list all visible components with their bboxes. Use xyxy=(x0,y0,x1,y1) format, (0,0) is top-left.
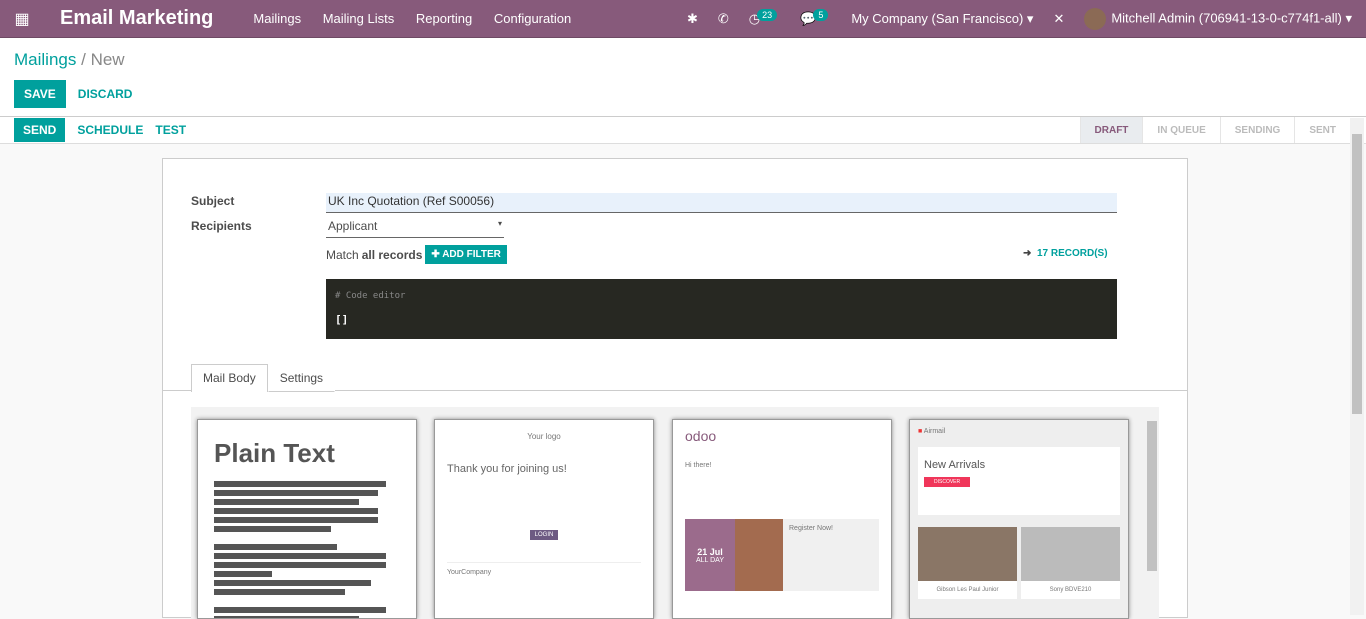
event-date: 21 Jul xyxy=(697,546,723,557)
discover-button: DISCOVER xyxy=(924,477,971,487)
tools-icon[interactable]: ✕ xyxy=(1053,11,1064,27)
subject-label: Subject xyxy=(191,194,235,208)
avatar xyxy=(1084,7,1107,30)
messages-icon[interactable]: 💬 5 xyxy=(800,8,831,27)
airmail-logo-icon: ■ xyxy=(918,428,923,435)
company-name: My Company (San Francisco) xyxy=(851,10,1024,26)
add-filter-button[interactable]: ✚ ADD FILTER xyxy=(425,245,507,264)
menu-configuration[interactable]: Configuration xyxy=(494,11,571,26)
code-comment: # Code editor xyxy=(335,291,406,301)
code-value: [] xyxy=(335,313,349,326)
match-prefix: Match xyxy=(326,247,359,262)
add-filter-label: ADD FILTER xyxy=(442,249,501,260)
tab-settings[interactable]: Settings xyxy=(267,364,336,392)
template-plain-text[interactable]: Plain Text xyxy=(197,419,417,619)
template-odoo-event[interactable]: odoo Hi there! 21 Jul ALL DAY Register No… xyxy=(672,419,892,619)
debug-bug-icon[interactable]: ✱ xyxy=(687,11,698,27)
company-switcher[interactable]: My Company (San Francisco) ▾ xyxy=(851,11,1033,27)
subject-input[interactable]: UK Inc Quotation (Ref S00056) xyxy=(326,193,1117,213)
your-logo: Your logo xyxy=(527,432,561,441)
product-2: Sony BDVE210 xyxy=(1049,587,1092,593)
breadcrumb-current: New xyxy=(90,50,125,69)
breadcrumb-parent[interactable]: Mailings xyxy=(14,50,76,69)
tab-mail-body[interactable]: Mail Body xyxy=(191,364,268,392)
menu-mailings[interactable]: Mailings xyxy=(253,11,301,26)
menu-mailing-lists[interactable]: Mailing Lists xyxy=(323,11,395,26)
domain-filter: Match all records ✚ ADD FILTER xyxy=(326,245,507,264)
messages-badge: 5 xyxy=(813,8,829,21)
arrow-right-icon: ➜ xyxy=(1023,248,1032,259)
code-editor[interactable]: # Code editor [] xyxy=(326,279,1117,339)
records-count: 17 RECORD(S) xyxy=(1036,248,1108,259)
save-button[interactable]: SAVE xyxy=(14,80,66,108)
plain-text-title: Plain Text xyxy=(214,438,335,468)
menu-reporting[interactable]: Reporting xyxy=(416,11,472,26)
app-title: Email Marketing xyxy=(60,7,214,29)
odoo-logo: odoo xyxy=(685,428,717,444)
template-welcome[interactable]: Your logo Thank you for joining us! LOGI… xyxy=(434,419,654,619)
product-1: Gibson Les Paul Junior xyxy=(936,587,999,593)
odoo-greeting: Hi there! xyxy=(685,462,712,469)
page-scrollbar[interactable] xyxy=(1350,118,1364,615)
recipients-label: Recipients xyxy=(191,219,252,233)
welcome-company: YourCompany xyxy=(447,562,641,576)
send-button[interactable]: SEND xyxy=(14,118,66,142)
login-button: LOGIN xyxy=(529,530,559,540)
recipients-value: Applicant xyxy=(328,219,378,233)
form-sheet: Subject UK Inc Quotation (Ref S00056) Re… xyxy=(162,158,1188,619)
welcome-title: Thank you for joining us! xyxy=(447,463,567,475)
template-airmail[interactable]: ■ Airmail New Arrivals DISCOVER Gibson L… xyxy=(909,419,1129,619)
status-draft[interactable]: DRAFT xyxy=(1079,117,1143,143)
records-link[interactable]: ➜ 17 RECORD(S) xyxy=(1023,248,1108,259)
recipients-select[interactable]: Applicant ▾ xyxy=(326,218,504,238)
event-allday: ALL DAY xyxy=(695,556,724,564)
discard-button[interactable]: DISCARD xyxy=(78,87,133,101)
template-gallery: Plain Text Your logo Thank you for joini… xyxy=(191,407,1159,619)
gallery-scrollbar[interactable] xyxy=(1145,407,1159,619)
activity-clock-icon[interactable]: ◷ 23 xyxy=(749,8,780,27)
chevron-down-icon: ▾ xyxy=(497,219,502,228)
status-bar: DRAFT IN QUEUE SENDING SENT xyxy=(1079,117,1350,143)
user-name: Mitchell Admin (706941-13-0-c774f1-all) xyxy=(1111,9,1342,25)
airmail-title: Airmail xyxy=(923,428,946,435)
top-navbar: ▦ Email Marketing Mailings Mailing Lists… xyxy=(0,0,1366,38)
user-menu[interactable]: Mitchell Admin (706941-13-0-c774f1-all) … xyxy=(1084,7,1352,30)
apps-menu-icon[interactable]: ▦ xyxy=(0,9,44,29)
activity-badge: 23 xyxy=(757,8,778,21)
status-sent[interactable]: SENT xyxy=(1294,117,1350,143)
status-in-queue[interactable]: IN QUEUE xyxy=(1142,117,1219,143)
phone-icon[interactable]: ✆ xyxy=(718,11,729,27)
register-now: Register Now! xyxy=(789,525,833,532)
new-arrivals: New Arrivals xyxy=(924,459,986,471)
breadcrumb: Mailings / New xyxy=(14,50,125,69)
test-button[interactable]: TEST xyxy=(155,123,186,137)
schedule-button[interactable]: SCHEDULE xyxy=(77,123,143,137)
status-sending[interactable]: SENDING xyxy=(1219,117,1295,143)
match-scope: all records xyxy=(361,247,423,262)
